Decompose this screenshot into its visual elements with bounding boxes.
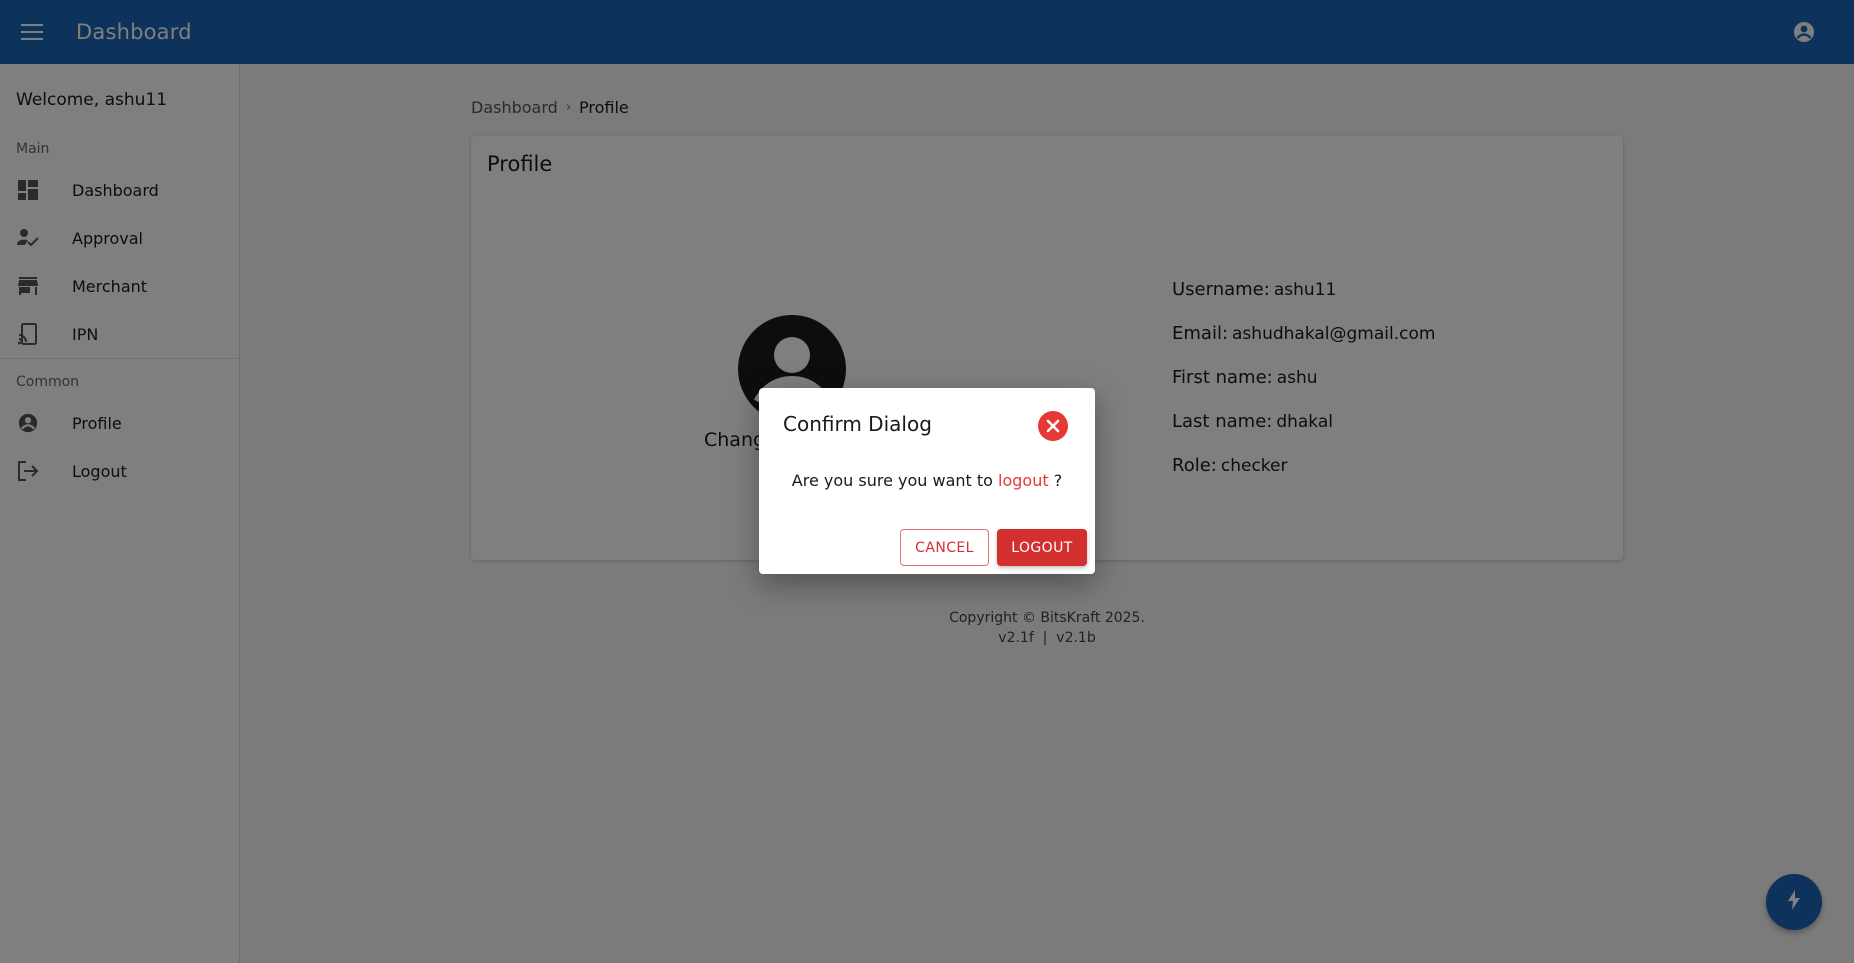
logout-button[interactable]: LOGOUT bbox=[997, 529, 1087, 566]
dialog-title: Confirm Dialog bbox=[783, 412, 932, 436]
dialog-message-highlight: logout bbox=[998, 471, 1049, 490]
dialog-message-end: ? bbox=[1048, 471, 1063, 490]
close-icon[interactable] bbox=[1038, 411, 1068, 441]
cancel-button[interactable]: CANCEL bbox=[900, 529, 989, 566]
dialog-message: Are you sure you want to logout ? bbox=[759, 471, 1095, 490]
dialog-message-text: Are you sure you want to bbox=[791, 471, 999, 490]
confirm-dialog: Confirm Dialog Are you sure you want to … bbox=[759, 388, 1095, 574]
